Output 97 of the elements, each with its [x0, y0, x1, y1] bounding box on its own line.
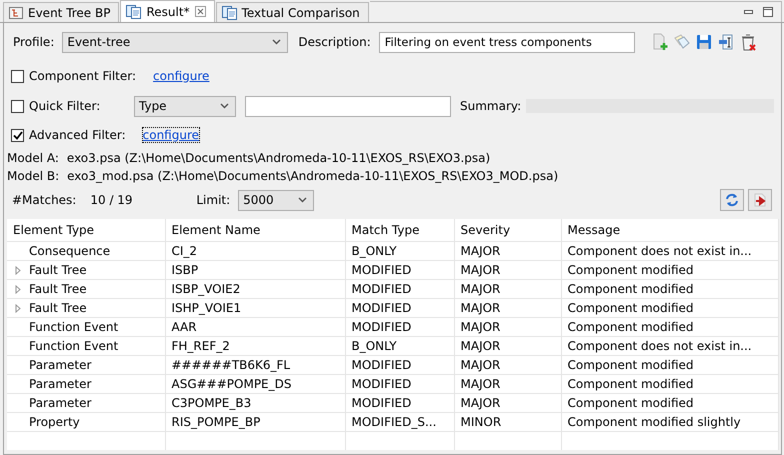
table-cell: Parameter [29, 396, 92, 410]
table-cell: Fault Tree [29, 301, 87, 315]
dropdown-caret-icon [220, 103, 229, 109]
table-cell: MODIFIED [345, 356, 454, 374]
table-cell: Component modified [561, 356, 778, 374]
summary-label: Summary: [460, 99, 522, 113]
model-label: Model B: [7, 169, 60, 183]
column-header[interactable]: Element Name [165, 219, 345, 242]
editor-tab[interactable]: Textual Comparison [216, 2, 369, 22]
table-cell: ASG###POMPE_DS [165, 374, 345, 394]
table-cell: MODIFIED [345, 298, 454, 318]
table-cell: Component modified [561, 280, 778, 298]
table-cell: Consequence [29, 244, 110, 258]
table-cell: FH_REF_2 [165, 336, 345, 356]
matches-label: #Matches: [12, 193, 76, 207]
limit-label: Limit: [196, 193, 230, 207]
advanced-filter-label: Advanced Filter: [29, 128, 126, 142]
table-cell: ISHP_VOIE1 [165, 298, 345, 318]
refresh-button[interactable] [720, 189, 744, 211]
table-cell: B_ONLY [345, 336, 454, 356]
profile-dropdown[interactable]: Event-tree [62, 32, 288, 52]
maximize-icon[interactable] [763, 7, 773, 17]
dropdown-caret-icon [272, 39, 282, 45]
table-cell: MAJOR [454, 280, 561, 298]
table-cell: Parameter [29, 358, 92, 372]
limit-dropdown[interactable]: 5000 [238, 190, 314, 210]
column-header[interactable]: Element Type [7, 219, 165, 242]
table-cell: MODIFIED [345, 280, 454, 298]
matches-count: 10 / 19 [90, 193, 134, 207]
filter-field[interactable] [245, 96, 451, 116]
table-cell: Fault Tree [29, 263, 87, 277]
configure-link[interactable]: configure [153, 69, 210, 83]
table-cell: MODIFIED_S... [345, 412, 454, 432]
checkbox[interactable] [11, 70, 24, 82]
close-icon[interactable] [194, 6, 206, 17]
table-cell: Parameter [29, 377, 92, 391]
table-cell: Component modified [561, 374, 778, 394]
table-cell: MAJOR [454, 242, 561, 260]
table-cell: MAJOR [454, 356, 561, 374]
table-cell: MAJOR [454, 318, 561, 336]
documents-icon [126, 4, 142, 18]
table-cell: Component modified [561, 260, 778, 280]
table-cell: AAR [165, 318, 345, 336]
table-cell: Component does not exist in... [561, 242, 778, 260]
documents-icon [222, 6, 237, 20]
column-header[interactable]: Message [561, 219, 778, 242]
dropdown-caret-icon [298, 197, 308, 203]
table-cell: Property [29, 415, 80, 429]
table-cell: B_ONLY [345, 242, 454, 260]
tree-document-icon [9, 6, 23, 18]
table-cell: Fault Tree [29, 282, 87, 296]
table-cell: MODIFIED [345, 318, 454, 336]
table-cell: MAJOR [454, 394, 561, 412]
table-cell: MAJOR [454, 260, 561, 280]
description-field[interactable]: Filtering on event tress components [378, 32, 635, 52]
table-cell: MAJOR [454, 374, 561, 394]
table-cell: ######TB6K6_FL [165, 356, 345, 374]
table-cell: RIS_POMPE_BP [165, 412, 345, 432]
configure-link[interactable]: configure [142, 128, 200, 142]
table-cell: Function Event [29, 320, 118, 334]
refresh-icon [725, 193, 739, 207]
table-cell: Function Event [29, 339, 118, 353]
export-button[interactable] [748, 189, 772, 211]
table-cell: Component modified [561, 298, 778, 318]
checkbox[interactable] [11, 128, 24, 142]
editor-tab[interactable]: Result* [120, 0, 215, 22]
rename-icon[interactable] [716, 33, 735, 51]
table-cell: MODIFIED [345, 260, 454, 280]
description-label: Description: [298, 35, 371, 49]
column-header[interactable]: Severity [454, 219, 561, 242]
table-cell: ISBP [165, 260, 345, 280]
model-label: Model A: [7, 151, 59, 165]
table-cell: MAJOR [454, 298, 561, 318]
new-file-icon[interactable] [650, 33, 669, 51]
table-cell: MINOR [454, 412, 561, 432]
editor-tab[interactable]: Event Tree BP [3, 2, 120, 22]
save-icon[interactable] [694, 33, 713, 51]
table-cell: Component modified [561, 394, 778, 412]
model-path: exo3_mod.psa (Z:\Home\Documents\Andromeda-10-11\EXOS_RS\EXO3_MOD.psa) [67, 169, 558, 183]
profile-label: Profile: [13, 35, 54, 49]
table-cell: Component modified [561, 318, 778, 336]
quick-filter-label: Quick Filter: [29, 99, 102, 113]
table-cell: MODIFIED [345, 374, 454, 394]
table-cell: C3POMPE_B3 [165, 394, 345, 412]
table-cell: CI_2 [165, 242, 345, 260]
table-cell: Component modified slightly [561, 412, 778, 432]
checkbox[interactable] [11, 100, 24, 112]
table-cell: MODIFIED [345, 394, 454, 412]
minimize-icon[interactable] [744, 10, 753, 14]
column-header[interactable]: Match Type [345, 219, 454, 242]
table-cell: ISBP_VOIE2 [165, 280, 345, 298]
component-filter-label: Component Filter: [29, 69, 136, 83]
model-path: exo3.psa (Z:\Home\Documents\Andromeda-10-11\EXOS_RS\EXO3.psa) [66, 151, 490, 165]
table-cell: Component does not exist in... [561, 336, 778, 356]
export-icon [753, 193, 767, 207]
type-dropdown[interactable]: Type [134, 96, 236, 116]
table-cell: MAJOR [454, 336, 561, 356]
